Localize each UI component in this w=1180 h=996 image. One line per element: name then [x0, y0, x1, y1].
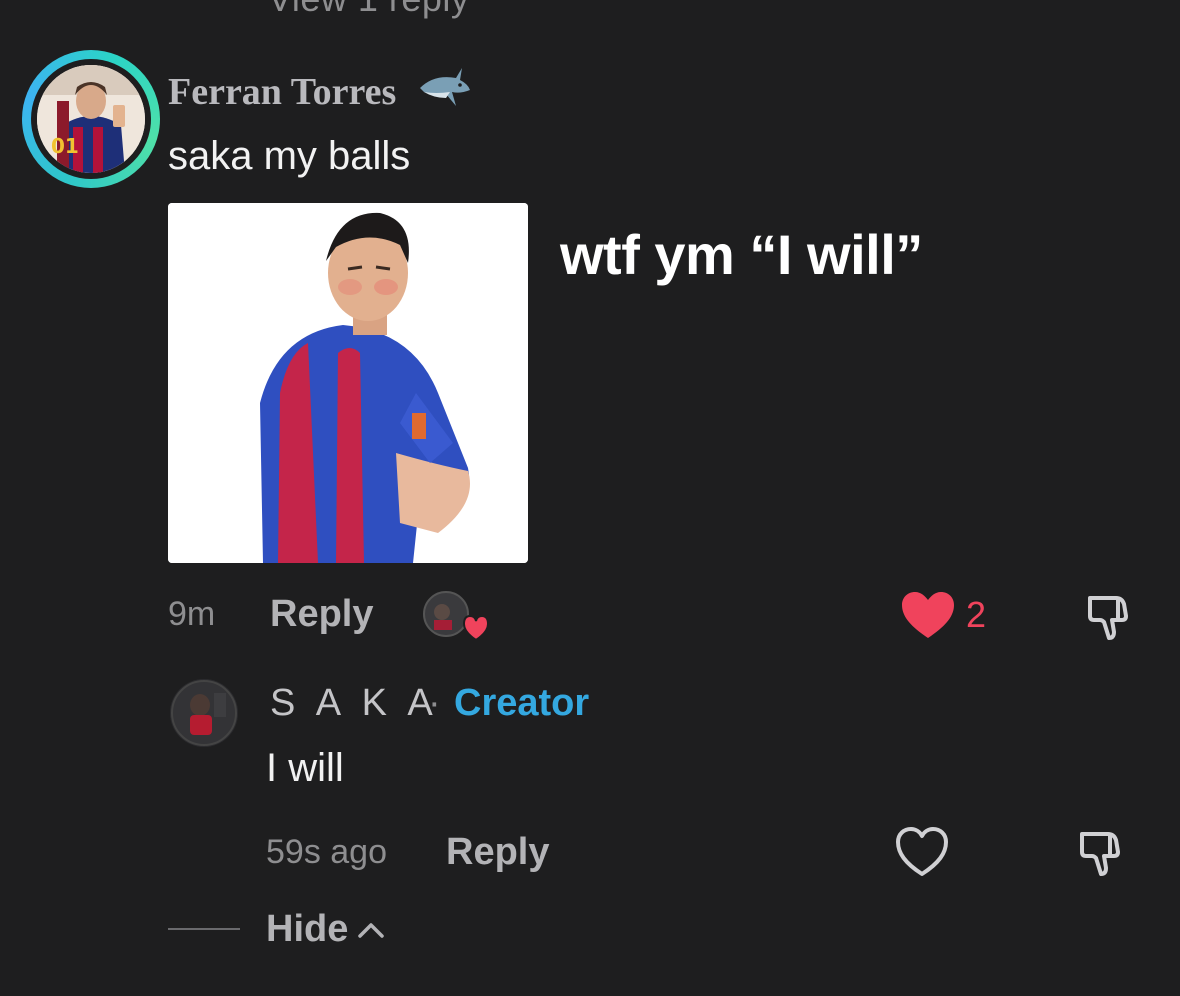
chevron-up-icon[interactable]	[354, 914, 388, 944]
svg-text:01: 01	[51, 134, 79, 158]
reply-button[interactable]: Reply	[270, 593, 373, 636]
reply-username[interactable]: S A K A	[270, 682, 439, 725]
dislike-icon[interactable]	[1074, 826, 1128, 880]
avatar[interactable]	[170, 679, 238, 747]
hide-replies-button[interactable]: Hide	[266, 908, 348, 951]
avatar: 01	[37, 65, 145, 173]
comment-username[interactable]: Ferran Torres	[168, 70, 396, 114]
shark-emoji-icon	[420, 68, 470, 106]
separator-dot: ·	[428, 682, 441, 724]
like-count: 2	[966, 594, 987, 635]
liked-by-creator-icon	[423, 591, 490, 642]
creator-badge: Creator	[454, 682, 590, 724]
avatar-story-ring[interactable]: 01	[22, 50, 160, 188]
comment-timestamp: 9m	[168, 595, 216, 633]
dislike-icon[interactable]	[1082, 590, 1136, 644]
heart-filled-icon[interactable]	[900, 590, 956, 640]
reply-timestamp: 59s ago	[266, 833, 387, 871]
reply-button[interactable]: Reply	[446, 831, 549, 874]
comment-image[interactable]	[168, 203, 528, 563]
view-replies-link[interactable]: View 1 reply	[268, 0, 469, 20]
comment-text: saka my balls	[168, 134, 411, 178]
divider	[168, 928, 240, 930]
overlay-caption: wtf ym “I will”	[560, 223, 923, 286]
heart-outline-icon[interactable]	[894, 826, 950, 878]
reply-text: I will	[266, 746, 344, 790]
